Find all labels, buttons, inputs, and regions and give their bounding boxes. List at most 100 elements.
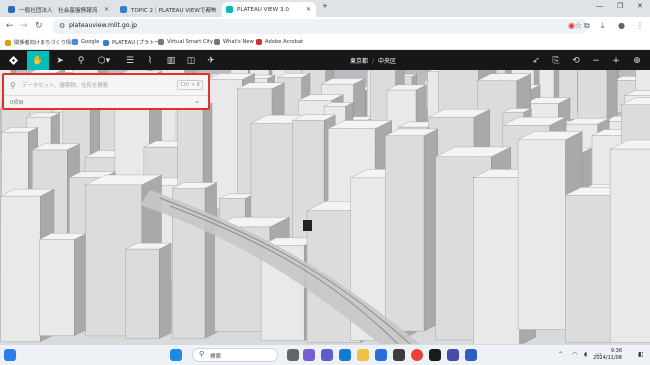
site-info-icon[interactable]: ⚙: [59, 22, 65, 30]
app-toolbar: ✋ ➤ ⚲ ⬡▾ ☰ ⌇ ▥ ◫ ✈ 東京都 / 中央区 ➶ ⎘ ⟲ − + ⊕: [0, 51, 650, 70]
ward-label: 中央区: [378, 58, 397, 65]
tab-2[interactable]: PLATEAU VIEW 3.0 ✕: [222, 2, 316, 17]
building-face: [517, 139, 566, 330]
task-view-icon[interactable]: [287, 349, 299, 361]
building-face: [0, 195, 41, 342]
close-tab-icon[interactable]: ✕: [210, 6, 215, 13]
close-window-icon[interactable]: ✕: [637, 2, 643, 10]
tab-strip: 一般社団法人 社会基盤情報流 ✕ TOPIC 2｜PLATEAU VIEWで都市…: [0, 0, 650, 17]
screenshot-icon[interactable]: ⎘: [548, 51, 564, 70]
puzzle-icon[interactable]: ⧉: [584, 20, 590, 32]
tab-favicon-icon: [226, 6, 233, 13]
bookmark-item[interactable]: What's New: [214, 39, 254, 45]
globe-icon: [214, 39, 220, 45]
building-face: [385, 135, 425, 332]
app-icon[interactable]: [429, 349, 441, 361]
wifi-icon[interactable]: ◠: [572, 351, 577, 358]
search-icon: ⚲: [199, 350, 205, 358]
maximize-icon[interactable]: ❐: [617, 2, 623, 10]
bookmark-item[interactable]: Adobe Acrobat: [256, 39, 303, 45]
word-icon[interactable]: [465, 349, 477, 361]
location-breadcrumb: 東京都 / 中央区: [350, 56, 396, 65]
hand-tool-icon[interactable]: ✋: [27, 51, 49, 70]
minimize-icon[interactable]: —: [596, 2, 603, 10]
bookmarks-bar: 関係者向けまちづくり情報 Google PLATEAU [プラトー] Virtu…: [0, 36, 650, 50]
chevron-down-icon[interactable]: ⌄: [194, 97, 200, 105]
edge-icon[interactable]: [339, 349, 351, 361]
compass-icon[interactable]: ⊕: [628, 51, 646, 70]
bookmark-item[interactable]: Google: [72, 39, 99, 45]
reload-icon[interactable]: ↻: [35, 21, 43, 31]
url-text: plateauview.mlit.go.jp: [69, 22, 138, 29]
settings-sliders-icon[interactable]: ☰: [121, 51, 139, 70]
back-icon[interactable]: ←: [6, 21, 14, 31]
close-tab-icon[interactable]: ✕: [306, 6, 311, 13]
rotate-view-icon[interactable]: ⟲: [568, 51, 584, 70]
panel-icon[interactable]: ◫: [182, 51, 200, 70]
clock-time: 9:36: [610, 348, 622, 354]
taskbar-search-label: 検索: [210, 354, 222, 360]
result-count: 0項目: [10, 100, 24, 106]
map-icon[interactable]: ▥: [162, 51, 180, 70]
taskbar: ⚲ 検索 ⌃ ◠ ◖ ▭ 9:36 2024/11/08 ◧: [0, 344, 650, 365]
share-icon[interactable]: ✈: [202, 51, 220, 70]
tab-0[interactable]: 一般社団法人 社会基盤情報流 ✕: [4, 2, 114, 17]
building-side: [74, 232, 87, 336]
bookmark-item[interactable]: Virtual Smart City: [158, 39, 213, 45]
outlook-icon[interactable]: [375, 349, 387, 361]
pedestrian-tool-icon[interactable]: ⚲: [71, 51, 91, 70]
building-face: [473, 177, 520, 344]
explorer-icon[interactable]: [357, 349, 369, 361]
acrobat-icon: [256, 39, 262, 45]
start-icon[interactable]: [170, 349, 182, 361]
tab-1[interactable]: TOPIC 2｜PLATEAU VIEWで都市 ✕: [116, 2, 220, 17]
bookmark-item[interactable]: PLATEAU [プラトー]: [103, 39, 162, 46]
tab-label: PLATEAU VIEW 3.0: [237, 6, 289, 13]
building-face: [565, 195, 611, 343]
tray-chevron-icon[interactable]: ⌃: [558, 351, 563, 358]
bookmark-star-icon[interactable]: ☆: [575, 21, 582, 30]
copilot-icon[interactable]: [303, 349, 315, 361]
new-tab-icon[interactable]: +: [322, 2, 328, 10]
widgets-icon[interactable]: [4, 349, 16, 361]
chrome-icon[interactable]: [411, 349, 423, 361]
plateau-logo-icon[interactable]: [2, 51, 24, 70]
3d-city-map[interactable]: [0, 70, 650, 344]
building-face: [125, 248, 160, 339]
clock[interactable]: 9:36 2024/11/08: [593, 348, 622, 362]
search-icon: ⚲: [10, 81, 16, 90]
profile-icon[interactable]: ●: [618, 20, 625, 32]
extension-icon[interactable]: ◉: [568, 20, 575, 32]
select-tool-icon[interactable]: ➤: [50, 51, 70, 70]
forward-icon[interactable]: →: [20, 21, 28, 31]
building-side: [159, 242, 172, 339]
download-icon[interactable]: ⤓: [601, 20, 605, 32]
zoom-out-icon[interactable]: −: [589, 51, 603, 70]
zoom-in-icon[interactable]: +: [609, 51, 623, 70]
shortcut-hint: Ctrl + K: [177, 80, 203, 90]
taskbar-search[interactable]: ⚲ 検索: [192, 348, 278, 362]
my-location-icon[interactable]: ➶: [528, 51, 544, 70]
search-input[interactable]: [22, 80, 172, 91]
clock-date: 2024/11/08: [593, 355, 622, 361]
plateau-view-app: ✋ ➤ ⚲ ⬡▾ ☰ ⌇ ▥ ◫ ✈ 東京都 / 中央区 ➶ ⎘ ⟲ − + ⊕ ⚲: [0, 51, 650, 344]
tab-favicon-icon: [8, 6, 15, 13]
address-bar: ← → ↻ ⚙ plateauview.mlit.go.jp ☆ ◉ ⧉ ⤓ ●…: [0, 17, 650, 36]
menu-dots-icon[interactable]: ⋮: [636, 20, 644, 32]
url-field[interactable]: ⚙ plateauview.mlit.go.jp ☆: [52, 19, 588, 34]
store-icon[interactable]: [393, 349, 405, 361]
bookmark-item[interactable]: 関係者向けまちづくり情報: [5, 39, 76, 46]
close-tab-icon[interactable]: ✕: [104, 6, 109, 13]
tab-favicon-icon: [120, 6, 127, 13]
app-icon[interactable]: [447, 349, 459, 361]
notification-icon[interactable]: ◧: [638, 351, 644, 358]
terrain-icon[interactable]: ⌇: [141, 51, 159, 70]
breadcrumb-separator: /: [372, 58, 375, 65]
volume-icon[interactable]: ◖: [584, 351, 587, 358]
sketch-tool-icon[interactable]: ⬡▾: [92, 51, 116, 70]
building-face: [609, 148, 650, 343]
search-panel: ⚲ Ctrl + K 0項目 ⌄: [2, 73, 210, 110]
building-face: [39, 239, 75, 336]
teams-icon[interactable]: [321, 349, 333, 361]
tab-label: TOPIC 2｜PLATEAU VIEWで都市: [131, 7, 217, 14]
